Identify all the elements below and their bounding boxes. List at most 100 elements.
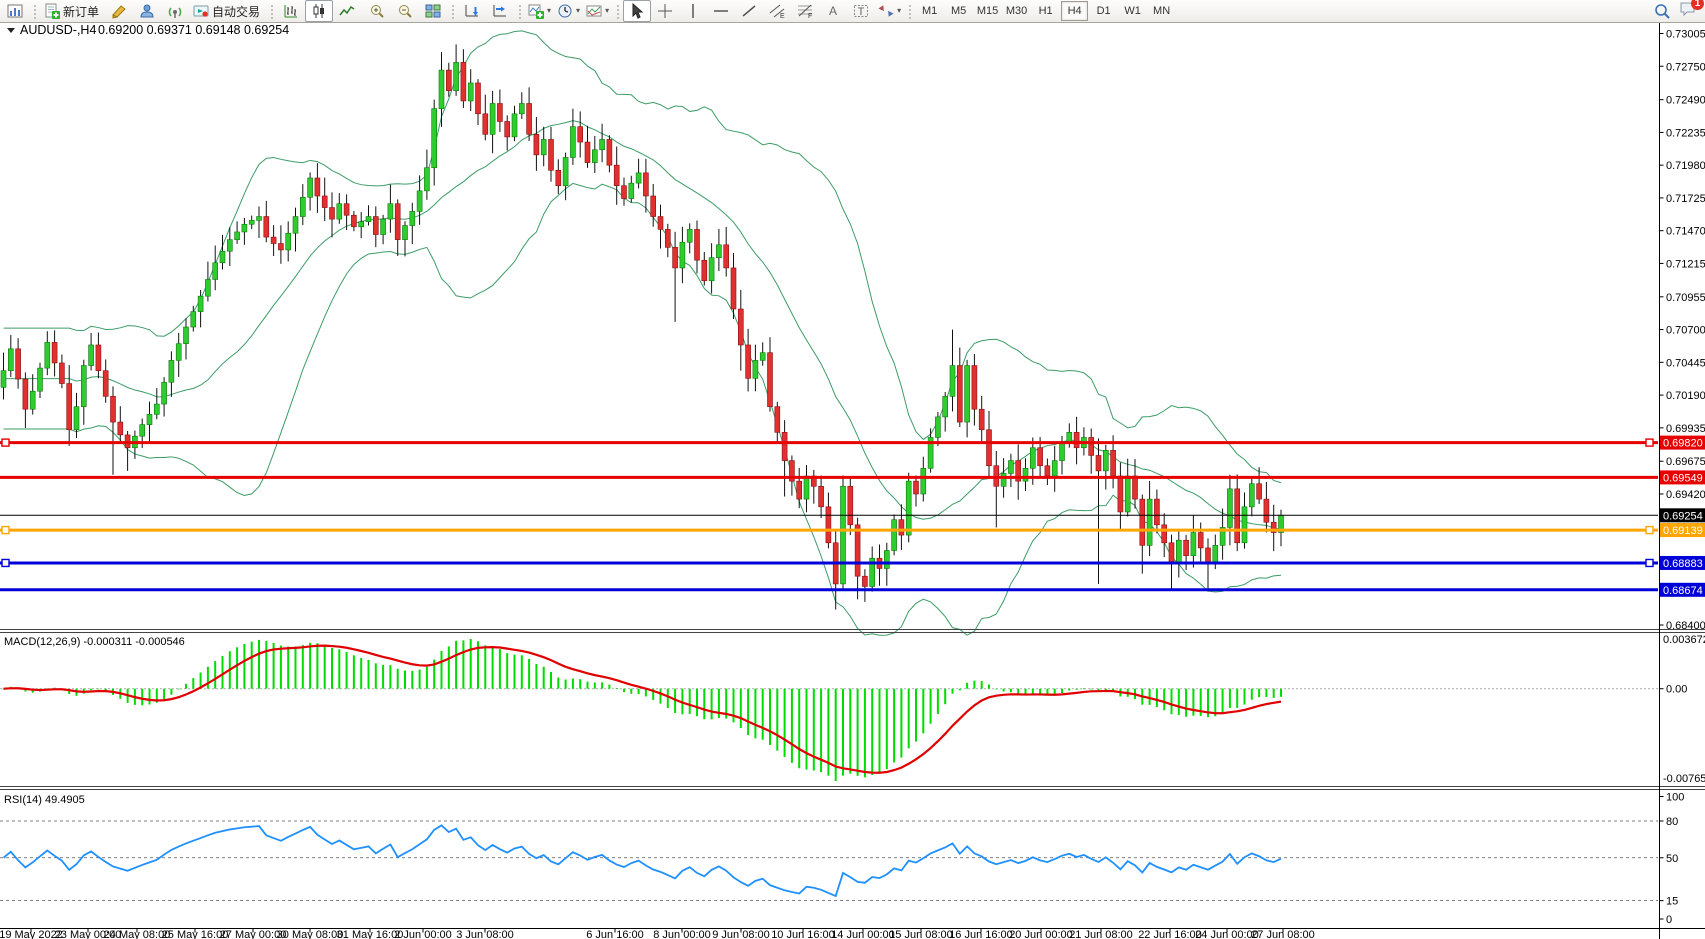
macd-histogram-bar — [521, 655, 523, 688]
line-drag-handle[interactable] — [1646, 559, 1653, 566]
macd-histogram-bar — [506, 653, 508, 689]
bull-candle — [162, 382, 167, 404]
macd-histogram-bar — [1185, 689, 1187, 717]
bear-candle — [351, 215, 356, 227]
line-drag-handle[interactable] — [2, 559, 9, 566]
macd-histogram-bar — [243, 644, 245, 689]
macd-histogram-bar — [806, 689, 808, 770]
bear-candle — [1074, 432, 1079, 447]
candlestick-series — [1, 44, 1284, 609]
macd-histogram-bar — [90, 689, 92, 690]
macd-histogram-bar — [1280, 689, 1282, 697]
bull-candle — [512, 114, 517, 137]
price-line-badge-label: 0.69139 — [1663, 525, 1703, 537]
macd-histogram-bar — [630, 689, 632, 694]
bull-candle — [74, 407, 79, 430]
bear-candle — [826, 507, 831, 543]
bear-candle — [585, 142, 590, 163]
bull-candle — [147, 414, 152, 424]
macd-histogram-bar — [952, 689, 954, 694]
bear-candle — [1257, 484, 1262, 499]
bull-candle — [1242, 507, 1247, 543]
macd-histogram-bar — [1003, 689, 1005, 692]
line-drag-handle[interactable] — [1646, 439, 1653, 446]
macd-histogram-bar — [324, 645, 326, 689]
time-tick-label: 3 Jun 08:00 — [456, 929, 514, 939]
bear-candle — [782, 432, 787, 460]
price-axis[interactable]: 0.730050.727500.724900.722350.719800.717… — [1660, 29, 1705, 927]
bull-candle — [184, 327, 189, 344]
macd-histogram-bar — [966, 683, 968, 689]
line-drag-handle[interactable] — [2, 527, 9, 534]
bear-candle — [315, 178, 320, 196]
bear-candle — [322, 196, 327, 208]
macd-histogram-bar — [178, 689, 180, 690]
macd-histogram-bar — [251, 642, 253, 689]
macd-histogram-bar — [1032, 689, 1034, 694]
bear-candle — [862, 576, 867, 586]
bear-candle — [271, 237, 276, 243]
bear-candle — [1089, 437, 1094, 455]
price-tick-label: 0.69675 — [1666, 456, 1705, 468]
bear-candle — [979, 409, 984, 430]
macd-histogram-bar — [1244, 689, 1246, 705]
bear-candle — [111, 396, 116, 422]
bull-candle — [892, 520, 897, 551]
macd-histogram-bar — [316, 643, 318, 689]
bear-candle — [848, 486, 853, 525]
macd-histogram-bar — [1149, 689, 1151, 705]
time-tick-label: 15 Jun 08:00 — [889, 929, 953, 939]
macd-axis-max: 0.003672 — [1663, 634, 1705, 646]
macd-histogram-bar — [696, 689, 698, 716]
macd-histogram-bar — [995, 689, 997, 690]
macd-histogram-bar — [776, 689, 778, 751]
macd-histogram-bar — [1192, 689, 1194, 716]
bear-candle — [534, 134, 539, 155]
time-tick-label: 27 Jun 08:00 — [1251, 929, 1315, 939]
macd-histogram-bar — [1236, 689, 1238, 708]
macd-histogram-bar — [265, 641, 267, 689]
rsi-axis-label: 15 — [1666, 896, 1678, 908]
bull-candle — [308, 178, 313, 197]
macd-histogram-bar — [842, 689, 844, 776]
macd-histogram-bar — [857, 689, 859, 776]
line-drag-handle[interactable] — [1646, 527, 1653, 534]
macd-histogram-bar — [426, 667, 428, 689]
bull-candle — [1191, 533, 1196, 556]
rsi-indicator-pane — [0, 821, 1658, 901]
bull-candle — [760, 353, 765, 361]
collapse-triangle-icon[interactable] — [7, 28, 15, 33]
bear-candle — [1235, 489, 1240, 543]
bear-candle — [483, 114, 488, 135]
chart-canvas[interactable]: 0.730050.727500.724900.722350.719800.717… — [0, 0, 1705, 939]
macd-histogram-bar — [470, 639, 472, 689]
macd-histogram-bar — [784, 689, 786, 757]
macd-histogram-bar — [557, 678, 559, 689]
price-tick-label: 0.70445 — [1666, 357, 1705, 369]
macd-histogram-bar — [703, 689, 705, 720]
bull-candle — [8, 349, 13, 371]
macd-histogram-bar — [1068, 689, 1070, 691]
macd-histogram-bar — [236, 647, 238, 688]
macd-histogram-bar — [594, 683, 596, 689]
macd-histogram-bar — [492, 646, 494, 688]
symbol-label: AUDUSD-,H4 — [20, 23, 96, 37]
price-tick-label: 0.71470 — [1666, 226, 1705, 238]
bear-candle — [330, 208, 335, 220]
price-line-badge-label: 0.69820 — [1663, 438, 1703, 450]
time-axis[interactable]: 19 May 202223 May 00:0024 May 08:0025 Ma… — [0, 929, 1315, 939]
bull-candle — [519, 104, 524, 114]
macd-histogram-bar — [959, 689, 961, 691]
bull-candle — [388, 204, 393, 219]
macd-histogram-bar — [1178, 689, 1180, 715]
bear-candle — [23, 379, 28, 409]
bear-candle — [695, 229, 700, 260]
bull-candle — [176, 344, 181, 361]
macd-histogram-bar — [455, 641, 457, 689]
time-tick-label: 10 Jun 16:00 — [771, 929, 835, 939]
macd-histogram-bar — [1083, 688, 1085, 689]
bull-candle — [337, 204, 342, 219]
macd-histogram-bar — [404, 671, 406, 689]
line-drag-handle[interactable] — [2, 439, 9, 446]
price-tick-label: 0.70955 — [1666, 292, 1705, 304]
